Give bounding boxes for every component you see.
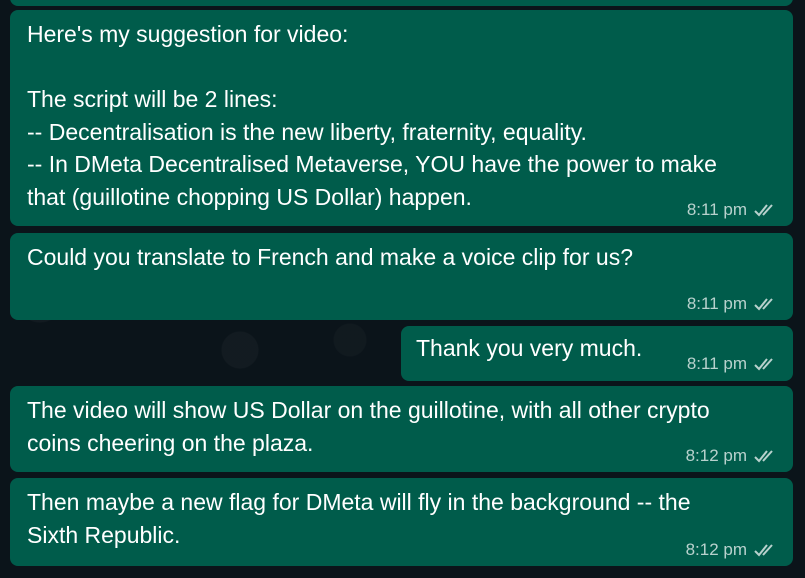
message-time: 8:11 pm <box>686 200 747 219</box>
previous-message-bubble[interactable] <box>10 0 793 6</box>
message-meta: 8:11 pm <box>687 354 779 374</box>
message-bubble[interactable]: Then maybe a new flag for DMeta will fly… <box>10 478 793 566</box>
double-check-icon <box>754 204 773 217</box>
message-meta: 8:12 pm <box>686 446 779 466</box>
double-check-icon <box>754 544 773 557</box>
message-time: 8:11 pm <box>686 354 747 373</box>
message-text: Could you translate to French and make a… <box>27 244 633 270</box>
message-time: 8:11 pm <box>686 294 747 313</box>
message-meta: 8:11 pm <box>687 294 779 314</box>
message-bubble[interactable]: Here's my suggestion for video: The scri… <box>10 10 793 226</box>
message-bubble[interactable]: The video will show US Dollar on the gui… <box>10 386 793 472</box>
double-check-icon <box>754 358 773 371</box>
message-text: Thank you very much. <box>416 335 643 361</box>
message-bubble[interactable]: Could you translate to French and make a… <box>10 233 793 320</box>
message-meta: 8:11 pm <box>687 200 779 220</box>
message-text: Here's my suggestion for video: The scri… <box>27 21 717 210</box>
message-bubble[interactable]: Thank you very much. 8:11 pm <box>401 326 793 381</box>
message-time: 8:12 pm <box>685 446 747 465</box>
message-meta: 8:12 pm <box>686 540 779 560</box>
double-check-icon <box>754 298 773 311</box>
double-check-icon <box>754 450 773 463</box>
message-text: Then maybe a new flag for DMeta will fly… <box>27 489 691 548</box>
message-time: 8:12 pm <box>685 540 747 559</box>
message-text: The video will show US Dollar on the gui… <box>27 397 710 456</box>
